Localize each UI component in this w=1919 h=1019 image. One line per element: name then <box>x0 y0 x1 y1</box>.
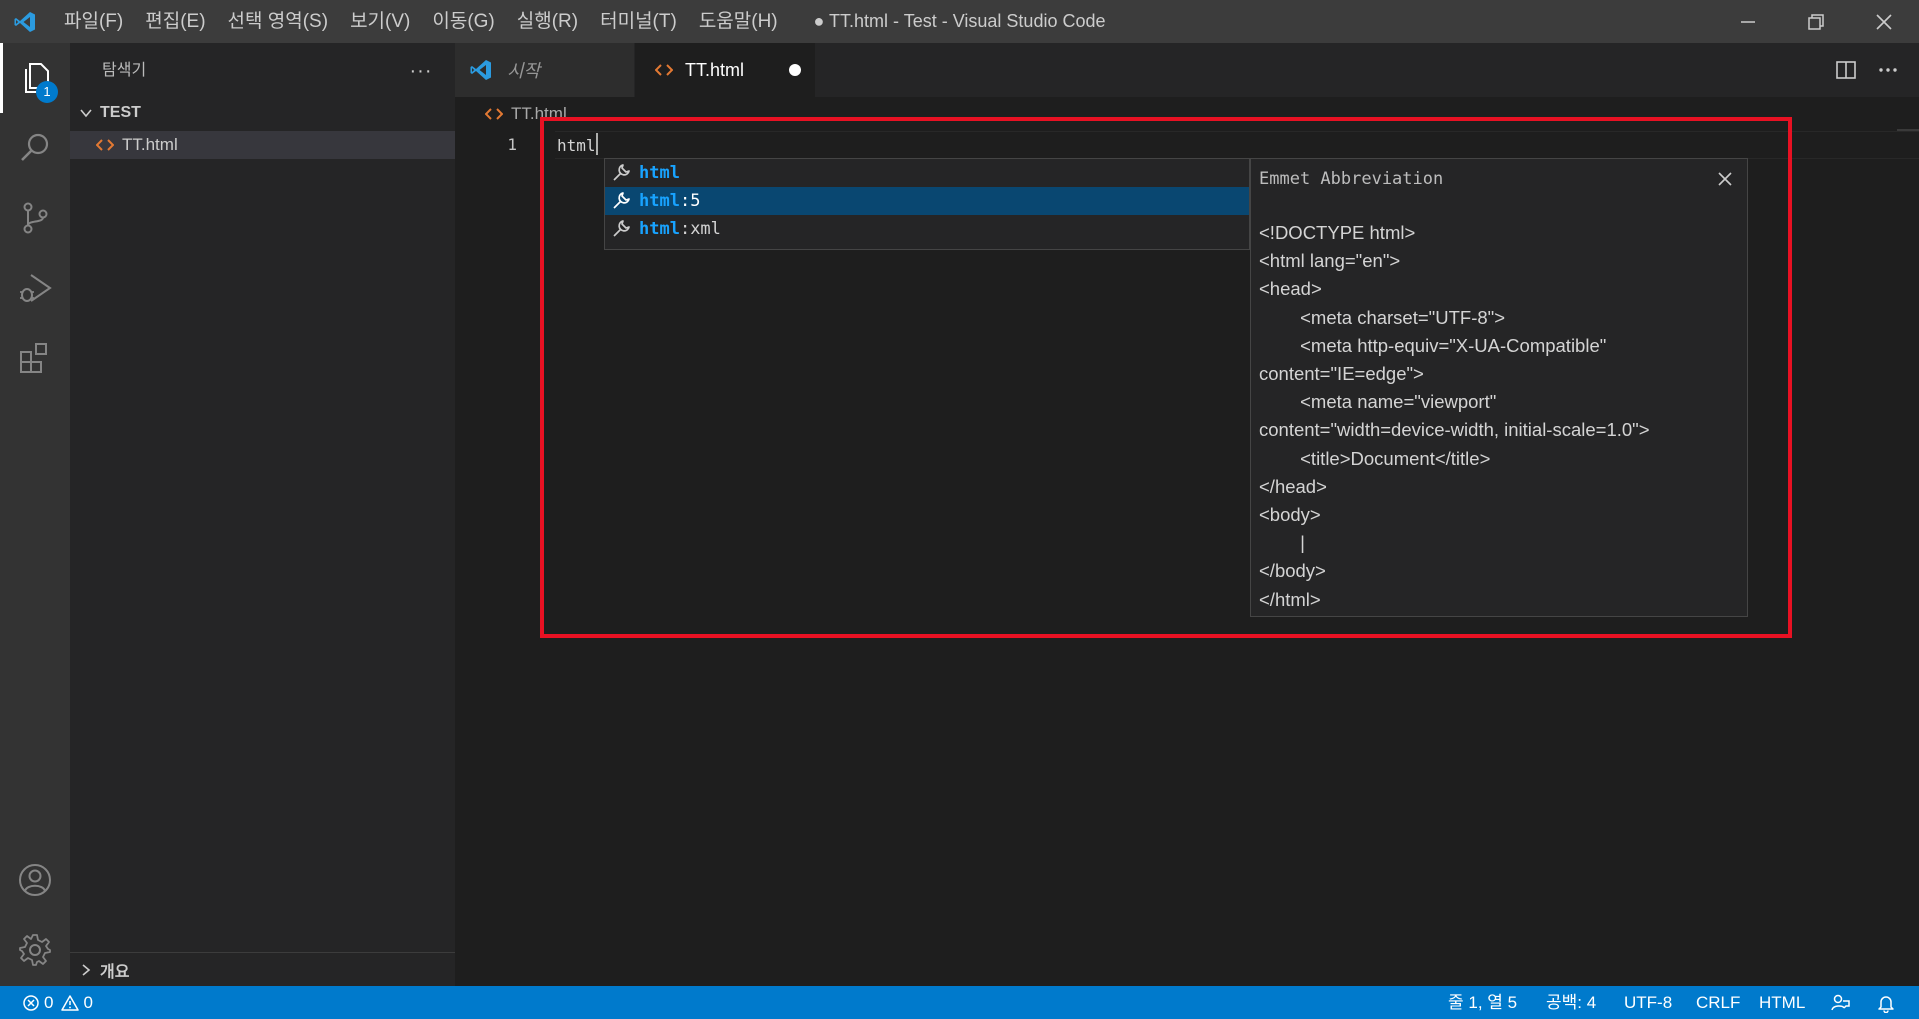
wrench-icon <box>609 189 633 213</box>
menu-terminal[interactable]: 터미널(T) <box>589 0 688 43</box>
suggest-widget: html html:5 html:xml <box>604 158 1250 250</box>
line-number: 1 <box>507 135 517 154</box>
error-icon <box>23 994 39 1011</box>
search-icon <box>21 133 49 161</box>
suggestion-details: Emmet Abbreviation <!DOCTYPE html> <html… <box>1250 158 1748 617</box>
chevron-down-icon <box>80 109 92 118</box>
restore-button[interactable] <box>1782 0 1850 43</box>
source-control-icon <box>23 202 48 234</box>
minimize-button[interactable] <box>1714 0 1782 43</box>
encoding-status[interactable]: UTF-8 <box>1624 986 1672 1019</box>
suggestion-match: html <box>639 191 680 211</box>
menu-run[interactable]: 실행(R) <box>506 0 589 43</box>
code-line[interactable]: html <box>557 133 598 158</box>
restore-icon <box>1808 13 1824 30</box>
code-line-text: html <box>557 136 596 155</box>
menu-bar: 파일(F) 편집(E) 선택 영역(S) 보기(V) 이동(G) 실행(R) 터… <box>52 0 789 43</box>
run-debug-button[interactable] <box>0 253 70 323</box>
outline-label: 개요 <box>100 963 130 981</box>
tab-tt-html[interactable]: TT.html <box>635 43 815 97</box>
explorer-button[interactable]: 1 <box>0 43 70 113</box>
tab-tt-html-label: TT.html <box>685 59 745 80</box>
details-title: Emmet Abbreviation <box>1259 169 1444 189</box>
run-debug-icon <box>20 274 52 302</box>
outline-section-header[interactable]: 개요 <box>70 952 455 986</box>
breadcrumb-file[interactable]: TT.html <box>511 104 567 124</box>
menu-view[interactable]: 보기(V) <box>339 0 421 43</box>
text-cursor <box>595 133 598 155</box>
suggestion-match: html <box>639 219 680 239</box>
explorer-sidebar: 탐색기 ··· TEST TT.html 개요 <box>70 43 455 986</box>
menu-edit[interactable]: 편집(E) <box>134 0 216 43</box>
search-button[interactable] <box>0 113 70 183</box>
feedback-button[interactable] <box>1830 986 1850 1019</box>
file-name: TT.html <box>122 135 178 154</box>
error-count: 0 <box>44 993 54 1012</box>
status-bar: 0 0 줄 1, 열 5 공백: 4 UTF-8 CRLF HTML <box>0 986 1919 1019</box>
editor-more-actions-button[interactable] <box>1873 55 1903 85</box>
explorer-badge: 1 <box>36 81 58 103</box>
suggestion-rest: :5 <box>679 191 701 211</box>
feedback-icon <box>1831 994 1850 1010</box>
unsaved-dot-icon[interactable] <box>789 64 801 76</box>
sidebar-title: 탐색기 <box>102 62 147 79</box>
vscode-logo-icon <box>470 60 491 80</box>
title-bar: 파일(F) 편집(E) 선택 영역(S) 보기(V) 이동(G) 실행(R) 터… <box>0 0 1919 43</box>
folder-header-test[interactable]: TEST <box>70 99 455 127</box>
settings-gear-icon <box>19 934 51 966</box>
file-item-tt-html[interactable]: TT.html <box>70 131 455 159</box>
suggestion-item-selected[interactable]: html:5 <box>605 187 1249 215</box>
folder-name: TEST <box>100 104 141 121</box>
current-line-highlight <box>555 131 1919 159</box>
menu-file[interactable]: 파일(F) <box>52 0 134 43</box>
manage-button[interactable] <box>0 915 70 985</box>
close-icon <box>1876 13 1892 30</box>
menu-go[interactable]: 이동(G) <box>421 0 505 43</box>
chevron-right-icon <box>82 963 91 976</box>
editor-tab-bar: 시작 TT.html <box>455 43 1919 97</box>
more-icon <box>1879 68 1897 72</box>
extensions-icon <box>20 343 47 373</box>
accounts-button[interactable] <box>0 845 70 915</box>
suggestion-match: html <box>639 163 680 183</box>
suggestion-item[interactable]: html:xml <box>605 215 1249 243</box>
split-editor-button[interactable] <box>1831 55 1861 85</box>
account-icon <box>19 864 51 896</box>
extensions-button[interactable] <box>0 323 70 393</box>
activity-bar: 1 <box>0 43 70 986</box>
html-file-icon <box>655 64 673 76</box>
wrench-icon <box>609 217 633 241</box>
html-file-icon <box>96 139 114 151</box>
close-window-button[interactable] <box>1850 0 1918 43</box>
bell-icon <box>1878 995 1894 1013</box>
minimize-icon <box>1741 20 1755 23</box>
eol-status[interactable]: CRLF <box>1696 986 1740 1019</box>
vscode-logo-icon <box>14 12 35 32</box>
cursor-position[interactable]: 줄 1, 열 5 <box>1448 986 1517 1019</box>
warning-icon <box>61 994 80 1011</box>
problems-status[interactable]: 0 0 <box>22 986 93 1019</box>
suggestion-item[interactable]: html <box>605 159 1249 187</box>
html-file-icon <box>485 108 503 120</box>
language-mode-status[interactable]: HTML <box>1759 986 1805 1019</box>
split-editor-icon <box>1836 61 1856 79</box>
breadcrumb: TT.html <box>455 97 1919 131</box>
suggestion-rest: :xml <box>679 219 721 239</box>
notifications-button[interactable] <box>1876 986 1896 1019</box>
menu-help[interactable]: 도움말(H) <box>688 0 789 43</box>
warning-count: 0 <box>83 993 93 1012</box>
close-icon <box>1718 172 1732 186</box>
source-control-button[interactable] <box>0 183 70 253</box>
window-title: ● TT.html - Test - Visual Studio Code <box>813 11 1106 31</box>
tab-start[interactable]: 시작 <box>455 43 635 97</box>
tab-start-label: 시작 <box>507 61 541 81</box>
wrench-icon <box>609 161 633 185</box>
details-body: <!DOCTYPE html> <html lang="en"> <head> … <box>1259 222 1650 610</box>
more-actions-button[interactable]: ··· <box>406 57 436 87</box>
details-close-button[interactable] <box>1713 167 1737 191</box>
indentation-status[interactable]: 공백: 4 <box>1546 986 1596 1019</box>
menu-selection[interactable]: 선택 영역(S) <box>217 0 340 43</box>
